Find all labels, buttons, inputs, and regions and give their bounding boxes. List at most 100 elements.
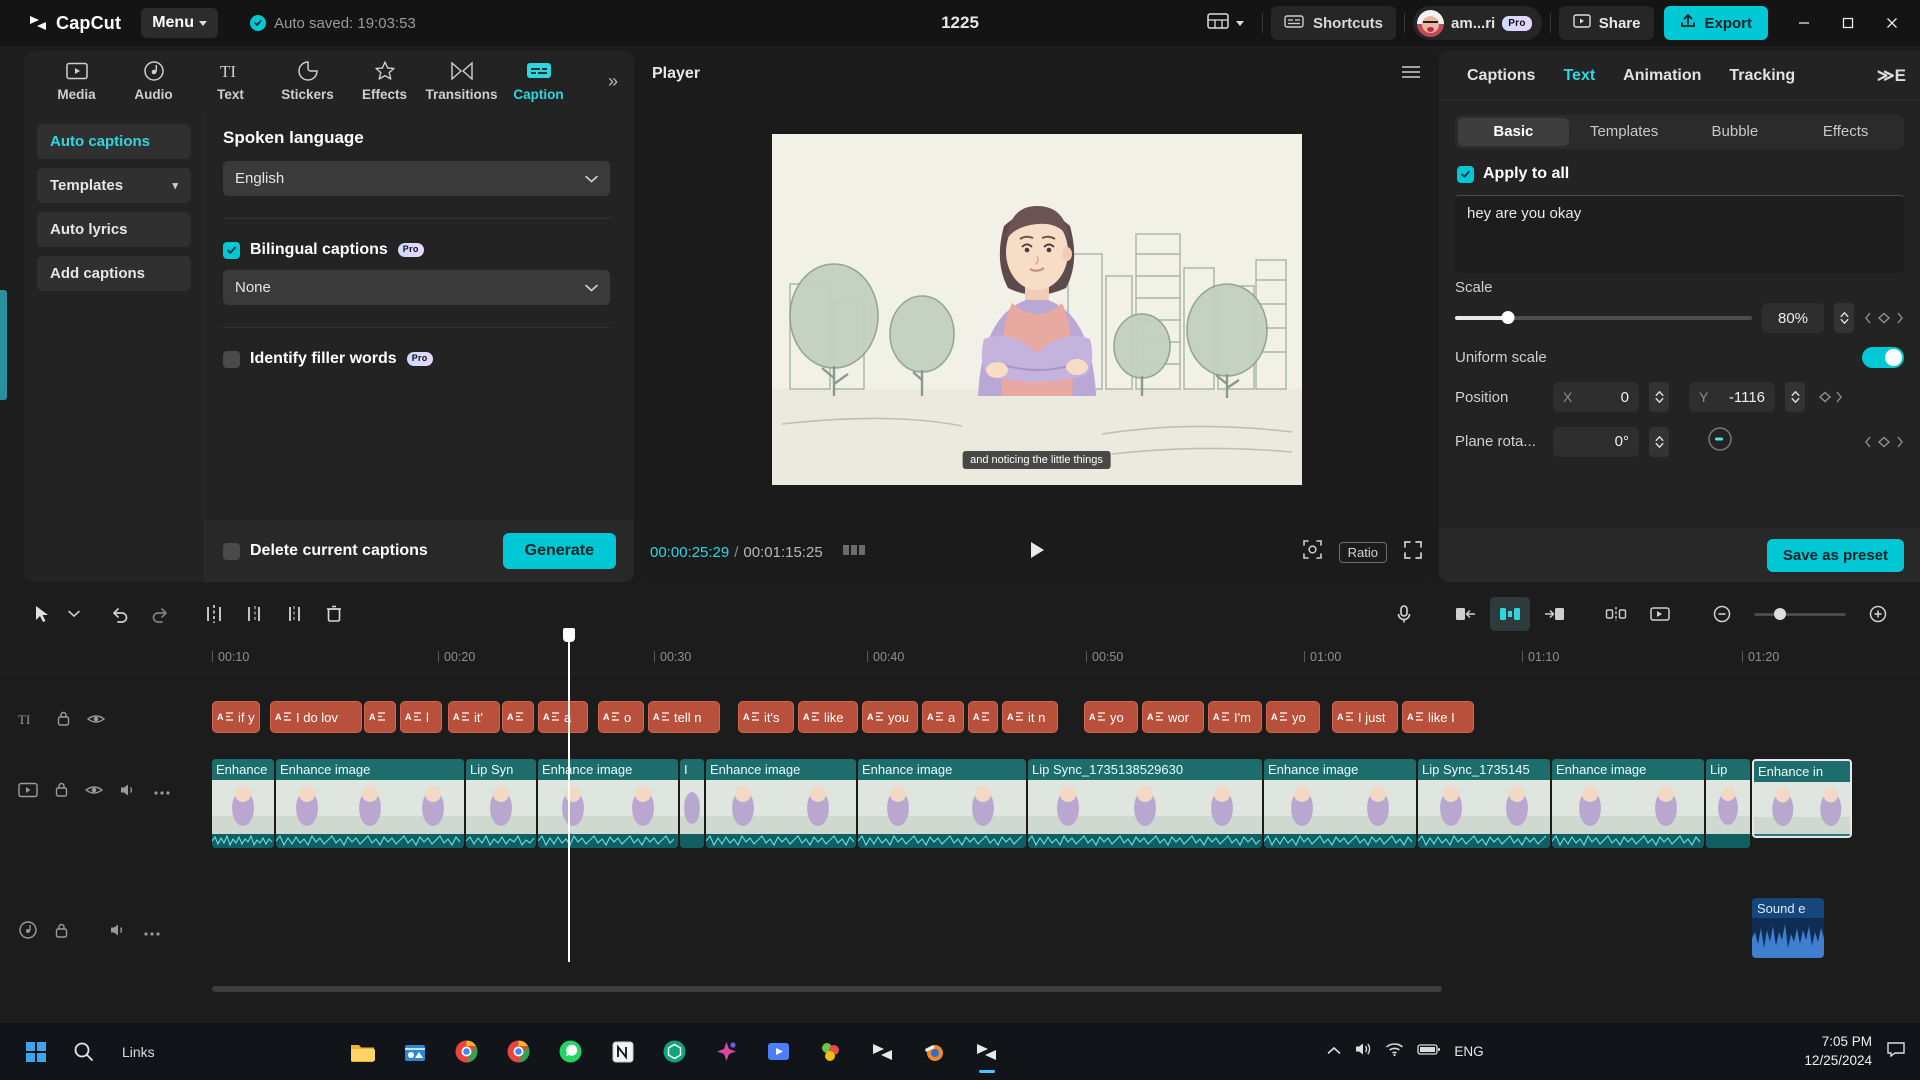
spoken-language-select[interactable]: English — [223, 161, 610, 196]
caption-clip[interactable]: Ayo — [1084, 701, 1138, 733]
video-clip[interactable]: Lip Syn — [466, 759, 536, 848]
menu-button[interactable]: Menu — [141, 8, 218, 38]
undo-icon[interactable] — [100, 597, 140, 631]
video-clip[interactable]: Enhance image — [1264, 759, 1416, 848]
video-clip[interactable]: Enhance — [212, 759, 274, 848]
blender-icon[interactable] — [911, 1028, 959, 1076]
rotation-keyframe-controls[interactable] — [1864, 435, 1904, 449]
video-clip[interactable]: Lip Sync_1735145 — [1418, 759, 1550, 848]
windows-icon[interactable] — [12, 1028, 60, 1076]
microsoft-store-icon[interactable] — [391, 1028, 439, 1076]
file-explorer-icon[interactable] — [339, 1028, 387, 1076]
tab-caption[interactable]: Caption — [500, 59, 577, 102]
plus-icon[interactable] — [1858, 597, 1898, 631]
lock-icon[interactable] — [56, 710, 71, 732]
caption-clip[interactable]: Ait' — [448, 701, 500, 733]
caption-clip[interactable]: Ayou — [862, 701, 918, 733]
notification-icon[interactable] — [1886, 1040, 1920, 1063]
chrome-icon-2[interactable] — [495, 1028, 543, 1076]
fit-screen-icon[interactable] — [1302, 539, 1323, 565]
caption-clip[interactable]: Ayo — [1266, 701, 1320, 733]
more-tabs-button[interactable]: » — [608, 71, 618, 92]
caption-text-input[interactable]: hey are you okay — [1455, 195, 1904, 273]
tab-effects[interactable]: Effects — [346, 59, 423, 102]
caption-clip[interactable]: Aif y — [212, 701, 260, 733]
current-time[interactable]: 00:00:25:29 — [650, 544, 729, 561]
more-icon[interactable] — [153, 783, 171, 801]
position-x-stepper[interactable] — [1649, 382, 1669, 412]
timeline-horizontal-scrollbar[interactable] — [212, 986, 1442, 992]
position-y-field[interactable]: Y -1116 — [1689, 382, 1775, 412]
bilingual-captions-row[interactable]: Bilingual captions Pro — [223, 241, 610, 259]
delete-current-captions-checkbox[interactable] — [223, 542, 240, 560]
cursor-icon[interactable] — [22, 597, 62, 631]
apply-to-all-row[interactable]: Apply to all — [1457, 165, 1920, 183]
video-preview[interactable]: and noticing the little things — [771, 134, 1302, 485]
language-indicator[interactable]: ENG — [1454, 1044, 1483, 1059]
caption-clip[interactable]: Ao — [598, 701, 644, 733]
scale-slider[interactable] — [1455, 311, 1752, 324]
tab-media[interactable]: Media — [38, 59, 115, 102]
caption-clip[interactable]: A I do lov — [270, 701, 362, 733]
caption-clip[interactable]: A I'm — [1208, 701, 1262, 733]
video-clip-selected[interactable]: Enhance in — [1752, 759, 1852, 838]
crop-icon[interactable] — [1640, 597, 1680, 631]
caption-clip[interactable]: Al — [400, 701, 442, 733]
close-button[interactable] — [1870, 3, 1914, 43]
battery-icon[interactable] — [1417, 1043, 1441, 1061]
eye-icon[interactable] — [86, 712, 106, 731]
more-icon[interactable] — [143, 924, 161, 942]
save-as-preset-button[interactable]: Save as preset — [1766, 538, 1904, 572]
chevron-up-icon[interactable] — [1327, 1043, 1341, 1061]
capcut-active-icon[interactable] — [963, 1028, 1011, 1076]
volume-icon[interactable] — [1354, 1041, 1372, 1062]
maximize-button[interactable] — [1826, 3, 1870, 43]
hamburger-icon[interactable] — [1401, 65, 1421, 84]
video-clip[interactable]: Lip Sync_1735138529630 — [1028, 759, 1262, 848]
video-clip[interactable]: Enhance image — [276, 759, 464, 848]
volume-icon[interactable] — [109, 922, 127, 943]
sidebar-item-templates[interactable]: Templates ▾ — [37, 168, 191, 203]
video-clip[interactable]: I — [680, 759, 704, 848]
bilingual-checkbox[interactable] — [223, 241, 240, 259]
frames-icon[interactable] — [842, 543, 865, 562]
scale-stepper[interactable] — [1834, 303, 1854, 333]
tab-text[interactable]: Text — [1549, 67, 1609, 85]
tab-text[interactable]: TI Text — [192, 59, 269, 103]
search-icon[interactable] — [60, 1028, 108, 1076]
video-clip[interactable]: Enhance image — [538, 759, 678, 848]
segment-bubble[interactable]: Bubble — [1680, 118, 1791, 146]
capcut-icon[interactable] — [859, 1028, 907, 1076]
notion-icon[interactable] — [599, 1028, 647, 1076]
delete-icon[interactable] — [314, 597, 354, 631]
eye-icon[interactable] — [84, 783, 104, 802]
fit-center-icon[interactable] — [1490, 597, 1530, 631]
volume-icon[interactable] — [119, 782, 137, 803]
trim-left-icon[interactable] — [234, 597, 274, 631]
segment-basic[interactable]: Basic — [1458, 118, 1569, 146]
more-tabs-button[interactable]: ≫E — [1877, 66, 1906, 86]
unknown-app-icon[interactable] — [807, 1028, 855, 1076]
caption-clip[interactable]: Awor — [1142, 701, 1204, 733]
filler-words-checkbox[interactable] — [223, 350, 240, 368]
chrome-icon[interactable] — [443, 1028, 491, 1076]
share-button[interactable]: Share — [1558, 6, 1655, 40]
video-clip[interactable]: Lip — [1706, 759, 1750, 848]
video-clip[interactable]: Enhance image — [858, 759, 1026, 848]
identify-filler-words-row[interactable]: Identify filler words Pro — [223, 350, 610, 368]
tab-captions[interactable]: Captions — [1453, 67, 1549, 85]
minus-icon[interactable] — [1702, 597, 1742, 631]
scale-value[interactable]: 80% — [1762, 303, 1824, 333]
caption-clip[interactable]: Alike — [798, 701, 858, 733]
export-button[interactable]: Export — [1664, 6, 1768, 40]
tab-stickers[interactable]: Stickers — [269, 59, 346, 102]
sidebar-item-auto-captions[interactable]: Auto captions — [37, 124, 191, 159]
playhead-handle[interactable] — [563, 628, 575, 642]
scale-slider-knob[interactable] — [1501, 311, 1515, 324]
bilingual-language-select[interactable]: None — [223, 270, 610, 305]
caption-clip[interactable]: Aa — [922, 701, 964, 733]
mirror-icon[interactable] — [1596, 597, 1636, 631]
play-button[interactable] — [1027, 540, 1047, 565]
user-account-button[interactable]: am...ri Pro — [1413, 6, 1542, 40]
panel-resize-handle[interactable] — [0, 290, 7, 400]
